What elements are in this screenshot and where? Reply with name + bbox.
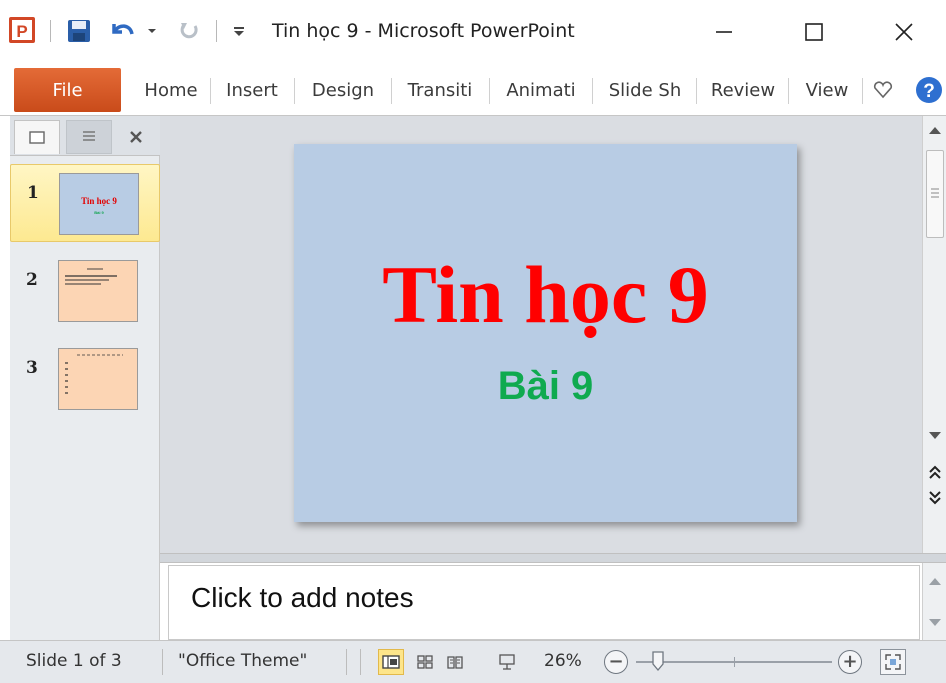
normal-view-icon[interactable] (378, 649, 404, 675)
theme-name[interactable]: "Office Theme" (178, 651, 307, 671)
zoom-slider-thumb[interactable] (652, 651, 664, 672)
tab-file[interactable]: File (14, 68, 121, 112)
close-pane-icon[interactable] (122, 120, 150, 154)
tab-separator (788, 78, 789, 104)
ribbon-tabs: File Home Insert Design Transiti Animati… (0, 66, 946, 116)
zoom-out-button[interactable]: − (604, 650, 628, 674)
tab-view[interactable]: View (792, 68, 862, 112)
tab-animations[interactable]: Animati (493, 68, 589, 112)
slide-thumbnail-1[interactable]: 1 Tin học 9 Bài 9 (10, 164, 160, 242)
scroll-thumb[interactable] (926, 150, 944, 238)
slide-subtitle[interactable]: Bài 9 (294, 366, 797, 406)
svg-text:P: P (16, 22, 27, 41)
notes-splitter[interactable] (160, 553, 946, 563)
zoom-in-button[interactable]: + (838, 650, 862, 674)
slide-number: 3 (26, 358, 38, 378)
scroll-up-icon[interactable] (923, 120, 946, 140)
tab-review[interactable]: Review (700, 68, 786, 112)
tab-design[interactable]: Design (298, 68, 388, 112)
fit-to-window-icon[interactable] (880, 649, 906, 675)
slide-thumbnail-3[interactable]: 3 (10, 340, 160, 418)
undo-dropdown-icon[interactable] (144, 18, 160, 44)
scroll-down-icon[interactable] (923, 426, 946, 446)
window-title: Tin học 9 - Microsoft PowerPoint (272, 20, 575, 42)
qat-separator (216, 20, 217, 42)
tab-separator (862, 78, 863, 104)
customize-qat-icon[interactable] (228, 18, 250, 44)
slide-number: 1 (27, 183, 39, 203)
maximize-button[interactable] (794, 10, 834, 54)
slide-thumbnail-image: Tin học 9 Bài 9 (59, 173, 139, 235)
tab-separator (489, 78, 490, 104)
scroll-up-icon[interactable] (923, 571, 946, 591)
slide-sorter-icon[interactable] (412, 649, 438, 675)
zoom-level[interactable]: 26% (544, 651, 582, 671)
thumbnail-title: Tin học 9 (81, 196, 117, 206)
slideshow-icon[interactable] (494, 649, 520, 675)
panel-tabs (10, 116, 160, 156)
thumbnail-text-lines (65, 354, 123, 394)
thumbnail-subtitle: Bài 9 (94, 210, 104, 215)
next-slide-icon[interactable] (923, 486, 946, 510)
tab-separator (294, 78, 295, 104)
tab-home[interactable]: Home (136, 68, 206, 112)
status-separator (346, 649, 347, 675)
slide-editing-area[interactable]: Tin học 9 Bài 9 (160, 116, 922, 553)
thumbnail-text-lines (65, 268, 117, 285)
title-bar: P Tin học 9 - Microsoft PowerPoint (0, 0, 946, 66)
slide-thumbnail-image (58, 348, 138, 410)
zoom-slider-center-tick (734, 657, 735, 667)
help-icon[interactable]: ? (915, 76, 943, 104)
tab-insert[interactable]: Insert (214, 68, 290, 112)
slide-counter: Slide 1 of 3 (26, 651, 122, 671)
scroll-down-icon[interactable] (923, 613, 946, 633)
notes-placeholder[interactable]: Click to add notes (191, 582, 414, 614)
notes-pane[interactable]: Click to add notes (168, 565, 920, 640)
current-slide[interactable]: Tin học 9 Bài 9 (294, 144, 797, 522)
slides-tab-icon[interactable] (14, 120, 60, 154)
tab-separator (391, 78, 392, 104)
tab-transitions[interactable]: Transiti (395, 68, 485, 112)
status-bar: Slide 1 of 3 "Office Theme" 26% − + (0, 640, 946, 683)
tab-separator (592, 78, 593, 104)
slide-thumbnail-image (58, 260, 138, 322)
previous-slide-icon[interactable] (923, 460, 946, 484)
minimize-button[interactable] (704, 10, 744, 54)
close-button[interactable] (884, 10, 924, 54)
slide-title[interactable]: Tin học 9 (294, 254, 797, 336)
save-icon[interactable] (64, 18, 94, 44)
undo-icon[interactable] (108, 18, 138, 44)
status-separator (162, 649, 163, 675)
qat-separator (50, 20, 51, 42)
redo-icon[interactable] (176, 18, 202, 44)
tab-separator (696, 78, 697, 104)
svg-text:?: ? (923, 81, 935, 102)
outline-tab-icon[interactable] (66, 120, 112, 154)
powerpoint-icon[interactable]: P (8, 16, 36, 44)
vertical-scrollbar[interactable] (922, 116, 946, 553)
slide-thumbnail-2[interactable]: 2 (10, 252, 160, 330)
slides-panel: 1 Tin học 9 Bài 9 2 3 (10, 116, 160, 640)
tab-separator (210, 78, 211, 104)
notes-scrollbar[interactable] (922, 563, 946, 640)
status-separator (360, 649, 361, 675)
tab-slide-show[interactable]: Slide Sh (596, 68, 694, 112)
minimize-ribbon-icon[interactable] (872, 78, 894, 102)
reading-view-icon[interactable] (442, 649, 468, 675)
slide-number: 2 (26, 270, 38, 290)
